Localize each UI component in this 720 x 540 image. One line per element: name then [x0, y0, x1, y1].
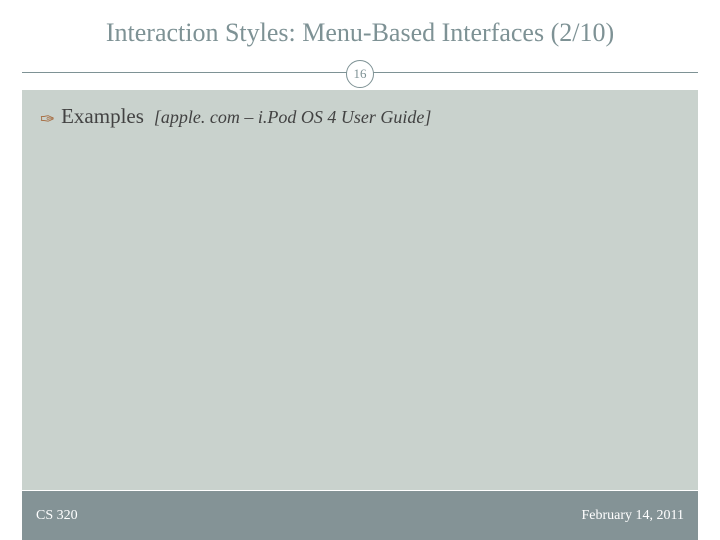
footer-left: CS 320 — [36, 508, 78, 524]
content-area: ✑ Examples [apple. com – i.Pod OS 4 User… — [22, 90, 698, 490]
page-number-badge: 16 — [346, 60, 374, 88]
bullet-row: ✑ Examples [apple. com – i.Pod OS 4 User… — [40, 104, 680, 129]
footer-right: February 14, 2011 — [581, 508, 684, 524]
footer-bar: CS 320 February 14, 2011 — [22, 490, 698, 540]
bullet-label: Examples — [61, 104, 144, 129]
bullet-detail: [apple. com – i.Pod OS 4 User Guide] — [154, 107, 431, 128]
slide-title: Interaction Styles: Menu-Based Interface… — [0, 18, 720, 48]
slide: Interaction Styles: Menu-Based Interface… — [0, 0, 720, 540]
swirl-bullet-icon: ✑ — [40, 110, 55, 128]
